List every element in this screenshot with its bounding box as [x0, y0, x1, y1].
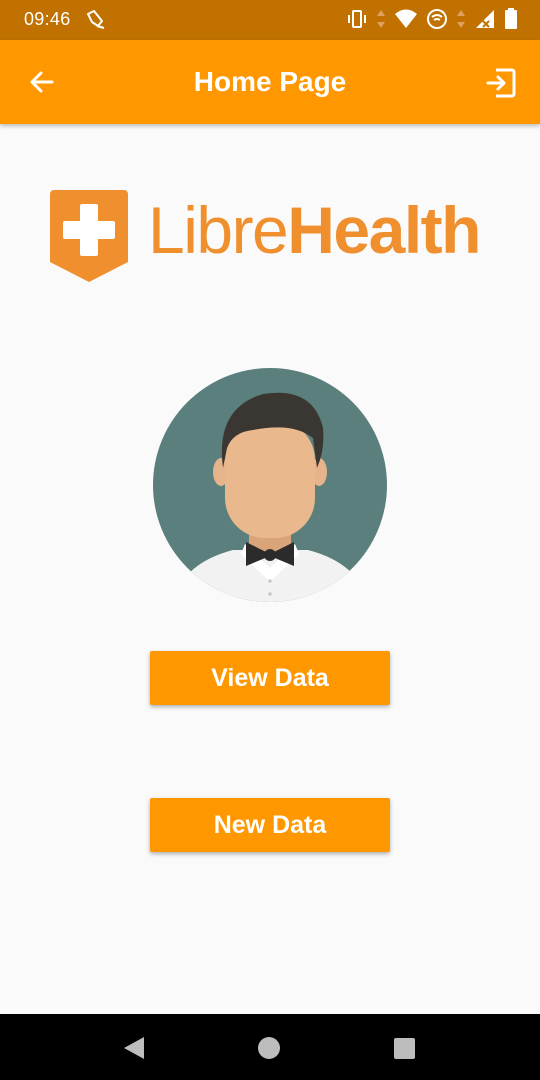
- nav-recents-icon[interactable]: [394, 1038, 415, 1059]
- view-data-button[interactable]: View Data: [150, 651, 390, 705]
- logo-text-libre: Libre: [148, 193, 289, 267]
- vibrate-icon: [346, 8, 368, 35]
- logo-text-health: Health: [287, 193, 481, 267]
- system-nav-bar: [0, 1014, 540, 1080]
- nav-home-icon[interactable]: [258, 1037, 280, 1059]
- app-bar: Home Page: [0, 40, 540, 124]
- status-bar: 09:46: [0, 0, 540, 40]
- user-avatar-icon: [153, 368, 387, 602]
- battery-icon: [504, 8, 518, 35]
- libre-health-logo: LibreHealth: [50, 190, 500, 285]
- logout-button[interactable]: [484, 66, 518, 100]
- data-arrows-icon: [456, 8, 466, 35]
- status-time: 09:46: [24, 9, 71, 29]
- new-data-button[interactable]: New Data: [150, 798, 390, 852]
- wifi-icon: [394, 8, 418, 35]
- data-arrows-icon: [376, 8, 386, 35]
- logo-text: LibreHealth: [148, 190, 481, 270]
- page-title: Home Page: [193, 66, 347, 97]
- signal-icon: [474, 8, 496, 35]
- status-icons: [346, 8, 518, 35]
- accessibility-icon: [84, 8, 108, 37]
- avatar: [153, 368, 387, 602]
- nav-back-icon[interactable]: [122, 1035, 146, 1061]
- hotspot-icon: [426, 8, 448, 35]
- exit-to-app-icon: [486, 68, 516, 98]
- shield-plus-icon: [50, 190, 128, 282]
